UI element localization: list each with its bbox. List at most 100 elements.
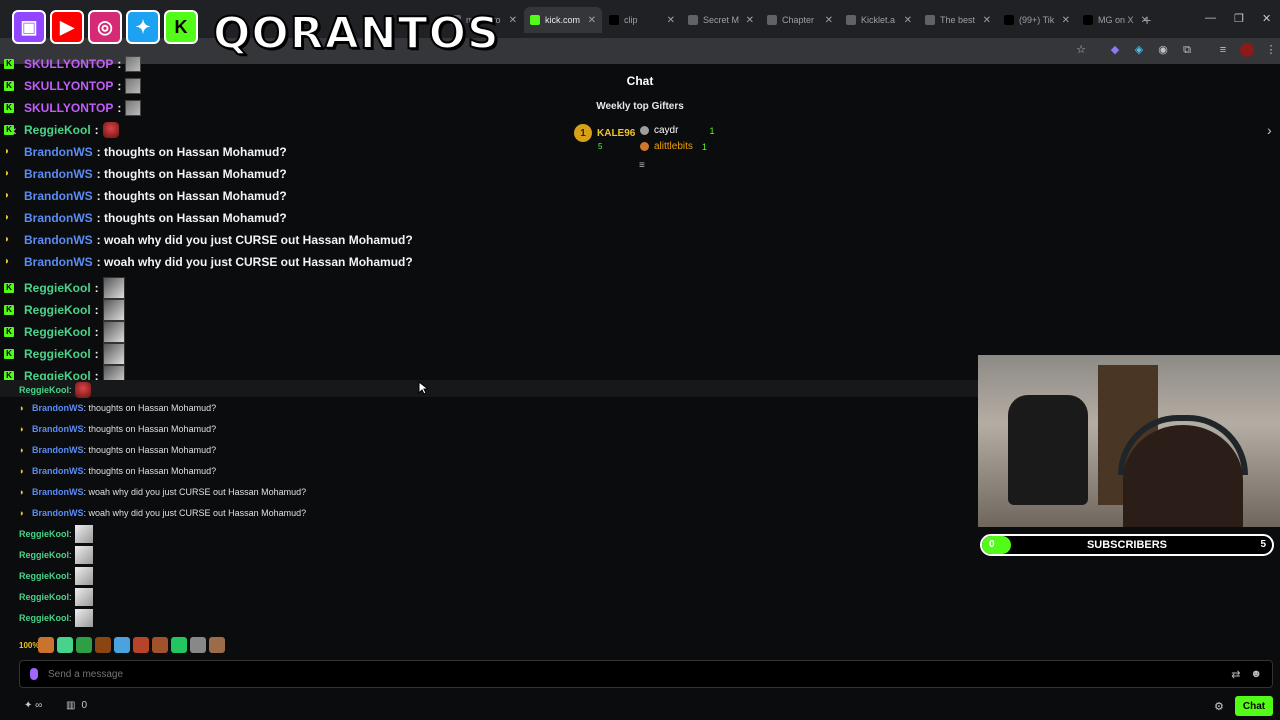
chat-username[interactable]: BrandonWS — [32, 508, 84, 518]
gift-icon[interactable]: ▥ — [66, 700, 75, 711]
tab-search-icon[interactable]: ≡ — [1216, 43, 1230, 57]
chat-username[interactable]: ReggieKool — [19, 592, 69, 602]
quick-emote-icon[interactable] — [95, 637, 111, 653]
chat-message-input[interactable] — [48, 668, 1222, 680]
emoji-icon[interactable]: ☻ — [1250, 668, 1262, 680]
browser-tab[interactable]: Secret M ✕ — [682, 7, 760, 33]
chat-message-text: : thoughts on Hassan Mohamud? — [83, 403, 217, 413]
chat-username[interactable]: ReggieKool — [19, 571, 69, 581]
emote-100-icon[interactable]: 100% — [19, 641, 39, 650]
banana-badge-icon: ◗ — [19, 445, 25, 455]
chat-message: ◗ BrandonWS: woah why did you just CURSE … — [19, 487, 306, 497]
emote-image — [74, 546, 93, 564]
chat-username[interactable]: BrandonWS — [32, 403, 84, 413]
overlay-username[interactable]: ReggieKool — [24, 347, 91, 361]
quick-emote-icon[interactable] — [38, 637, 54, 653]
overlay-username[interactable]: ReggieKool — [24, 123, 91, 137]
overlay-username[interactable]: BrandonWS — [24, 189, 93, 203]
quick-emote-icon[interactable] — [114, 637, 130, 653]
chevron-right-icon[interactable]: › — [1267, 122, 1272, 138]
kick-badge-icon: K — [4, 283, 14, 293]
close-tab-icon[interactable]: ✕ — [825, 15, 833, 26]
tab-title: Secret M — [703, 15, 740, 25]
overlay-message-text: : thoughts on Hassan Mohamud? — [96, 211, 287, 225]
close-tab-icon[interactable]: ✕ — [746, 15, 754, 26]
chat-username[interactable]: ReggieKool — [19, 550, 69, 560]
banana-badge-icon: ◗ — [19, 508, 25, 518]
top-gifter-name[interactable]: KALE96 — [597, 128, 635, 139]
chat-username[interactable]: ReggieKool — [19, 529, 69, 539]
overlay-username[interactable]: BrandonWS — [24, 167, 93, 181]
browser-tab[interactable]: The best ✕ — [919, 7, 997, 33]
quick-emote-icon[interactable] — [171, 637, 187, 653]
new-tab-icon[interactable]: + — [1143, 12, 1151, 28]
overlay-message-text: : — [94, 347, 99, 361]
minimize-icon[interactable]: — — [1205, 12, 1216, 24]
quick-emote-icon[interactable] — [209, 637, 225, 653]
close-tab-icon[interactable]: ✕ — [983, 15, 991, 26]
overlay-username[interactable]: SKULLYONTOP — [24, 57, 113, 71]
overlay-username[interactable]: SKULLYONTOP — [24, 79, 113, 93]
chat-username[interactable]: BrandonWS — [32, 466, 84, 476]
quick-emote-icon[interactable] — [76, 637, 92, 653]
extension-icon[interactable]: ◆ — [1108, 43, 1122, 57]
chat-username[interactable]: BrandonWS — [32, 487, 84, 497]
overlay-message-text: : — [117, 57, 122, 71]
overlay-username[interactable]: BrandonWS — [24, 211, 93, 225]
banana-badge-icon: ◗ — [19, 424, 25, 434]
chat-username[interactable]: BrandonWS — [32, 424, 84, 434]
chat-username[interactable]: ReggieKool — [19, 613, 69, 623]
collapse-icon[interactable]: ≡ — [639, 160, 645, 171]
close-tab-icon[interactable]: ✕ — [904, 15, 912, 26]
quick-emote-icon[interactable] — [152, 637, 168, 653]
chat-message-text: : — [69, 571, 72, 581]
close-window-icon[interactable]: ✕ — [1262, 12, 1271, 25]
close-tab-icon[interactable]: ✕ — [509, 15, 517, 26]
browser-tab[interactable]: Chapter ✕ — [761, 7, 839, 33]
settings-gear-icon[interactable]: ⚙ — [1214, 700, 1224, 713]
overlay-username[interactable]: ReggieKool — [24, 303, 91, 317]
overlay-chat-line: K SKULLYONTOP: — [4, 78, 142, 94]
overlay-username[interactable]: BrandonWS — [24, 255, 93, 269]
send-chat-button[interactable]: Chat — [1235, 696, 1273, 716]
profile-avatar[interactable] — [1240, 43, 1254, 57]
overlay-username[interactable]: BrandonWS — [24, 145, 93, 159]
chat-username[interactable]: BrandonWS — [32, 445, 84, 455]
overlay-chat-line: K ReggieKool: — [4, 299, 125, 321]
close-tab-icon[interactable]: ✕ — [1062, 15, 1070, 26]
quick-emote-icon[interactable] — [190, 637, 206, 653]
points-icon[interactable]: ✦ ∞ — [24, 700, 42, 711]
microphone-icon[interactable] — [30, 668, 38, 680]
restore-icon[interactable]: ❐ — [1234, 12, 1244, 25]
gifter-name[interactable]: caydr — [654, 125, 678, 136]
extension-icon[interactable]: ◈ — [1132, 43, 1146, 57]
browser-tab[interactable]: kick.com ✕ — [524, 7, 602, 33]
gifter-name[interactable]: alittlebits — [654, 141, 693, 152]
browser-tab[interactable]: (99+) Tik ✕ — [998, 7, 1076, 33]
overlay-chat-line: K SKULLYONTOP: — [4, 56, 142, 72]
browser-menu-icon[interactable]: ⋮ — [1264, 43, 1278, 57]
favicon-icon — [609, 15, 619, 25]
close-tab-icon[interactable]: ✕ — [588, 15, 596, 26]
favicon-icon — [530, 15, 540, 25]
browser-tab[interactable]: Kicklet.a ✕ — [840, 7, 918, 33]
overlay-username[interactable]: ReggieKool — [24, 281, 91, 295]
overlay-username[interactable]: BrandonWS — [24, 233, 93, 247]
hotkey-icon[interactable]: ⇄ — [1231, 668, 1240, 681]
quick-emote-icon[interactable] — [133, 637, 149, 653]
browser-tab[interactable]: clip ✕ — [603, 7, 681, 33]
overlay-chat-line: ◗ BrandonWS: woah why did you just CURSE … — [4, 233, 413, 247]
bookmark-star-icon[interactable]: ☆ — [1074, 43, 1088, 57]
audio-icon[interactable]: ◉ — [1156, 43, 1170, 57]
subscriber-goal-bar: 0 SUBSCRIBERS 5 — [980, 534, 1274, 556]
overlay-username[interactable]: SKULLYONTOP — [24, 101, 113, 115]
extensions-puzzle-icon[interactable]: ⧉ — [1180, 43, 1194, 57]
chat-message: ReggieKool: — [19, 382, 91, 398]
banana-badge-icon: ◗ — [4, 146, 11, 157]
emote-quick-bar: 100% — [19, 637, 225, 653]
emote-image — [102, 122, 119, 138]
overlay-username[interactable]: ReggieKool — [24, 325, 91, 339]
chat-username[interactable]: ReggieKool — [19, 385, 69, 395]
close-tab-icon[interactable]: ✕ — [667, 15, 675, 26]
quick-emote-icon[interactable] — [57, 637, 73, 653]
